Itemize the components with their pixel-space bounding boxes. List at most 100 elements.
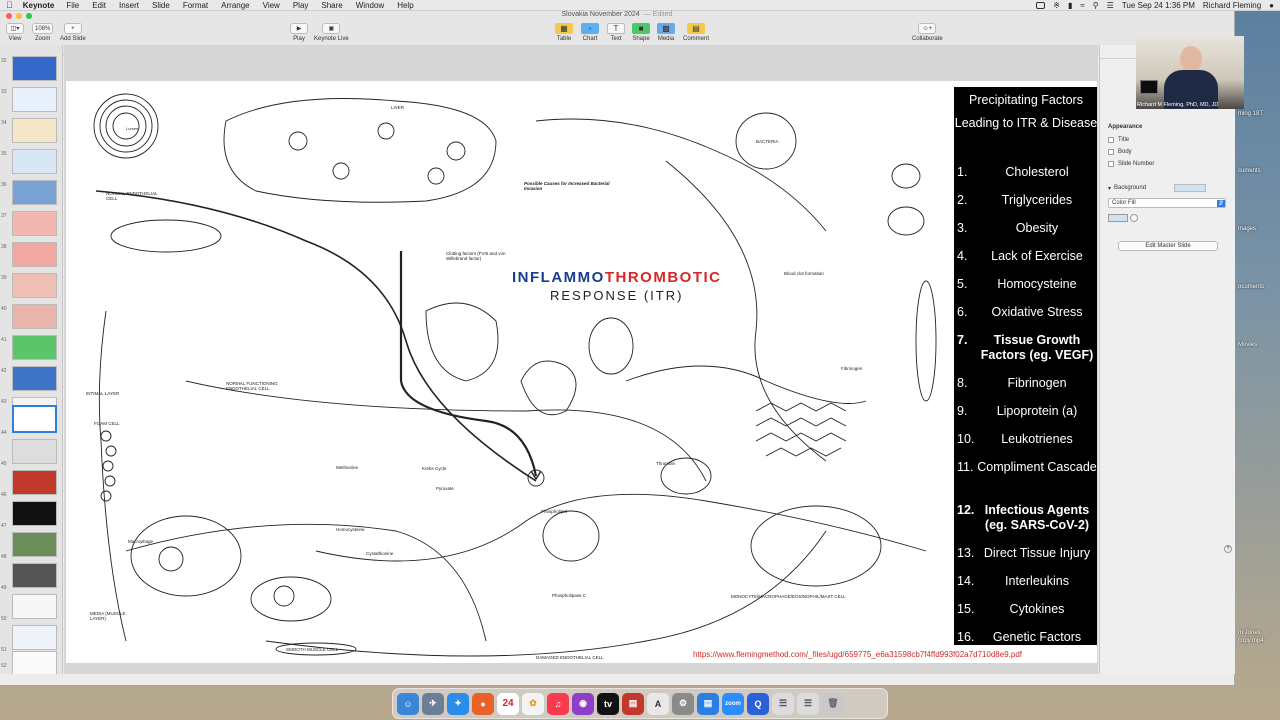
- fill-type-select[interactable]: Color Fill ⇵: [1108, 198, 1226, 208]
- desktop-file-label[interactable]: cuments: [1238, 168, 1261, 174]
- battery-icon[interactable]: ▮: [1068, 1, 1072, 10]
- slide-thumbnail[interactable]: [12, 273, 57, 298]
- chart-button[interactable]: ▫ Chart: [581, 23, 599, 42]
- menu-edit[interactable]: Edit: [92, 1, 106, 10]
- menu-share[interactable]: Share: [321, 1, 342, 10]
- factor-item: 1. Cholesterol: [954, 165, 1097, 180]
- slide-thumbnail[interactable]: [12, 56, 57, 81]
- menu-insert[interactable]: Insert: [119, 1, 139, 10]
- slide-thumbnail[interactable]: [12, 532, 57, 557]
- slide-thumbnail[interactable]: [12, 366, 57, 391]
- menubar-clock[interactable]: Tue Sep 24 1:36 PM: [1122, 1, 1195, 10]
- slide-thumbnail[interactable]: [12, 439, 57, 464]
- view-button[interactable]: ◫▾ View: [6, 23, 24, 42]
- menu-slide[interactable]: Slide: [152, 1, 170, 10]
- slide-thumbnail[interactable]: [12, 651, 57, 674]
- pdf-reference-link[interactable]: https://www.flemingmethod.com/_files/ugd…: [693, 650, 1022, 659]
- firefox-icon[interactable]: ●: [472, 692, 494, 715]
- menu-arrange[interactable]: Arrange: [221, 1, 249, 10]
- background-section[interactable]: ▾ Background: [1108, 184, 1207, 192]
- add-slide-button[interactable]: + Add Slide: [60, 23, 86, 42]
- close-window-icon[interactable]: [6, 13, 12, 19]
- slide-thumbnail-selected[interactable]: [12, 405, 57, 433]
- document-icon[interactable]: ☰: [797, 692, 819, 715]
- slide-thumbnail[interactable]: [12, 335, 57, 360]
- desktop-file-label[interactable]: Movies: [1238, 342, 1257, 348]
- control-center-icon[interactable]: ☰: [1107, 1, 1114, 10]
- search-icon[interactable]: ⚲: [1093, 1, 1099, 10]
- slide-thumbnail[interactable]: [12, 594, 57, 619]
- document-icon[interactable]: ☰: [772, 692, 794, 715]
- quicktime-icon[interactable]: Q: [747, 692, 769, 715]
- screen-record-icon[interactable]: [1036, 1, 1046, 9]
- desktop-file-label[interactable]: ocuments: [1238, 284, 1264, 290]
- title-checkbox-row[interactable]: Title: [1108, 137, 1129, 143]
- webcam-video-overlay[interactable]: Richard M Fleming, PhD, MD, JD: [1136, 36, 1244, 109]
- menu-window[interactable]: Window: [356, 1, 384, 10]
- desktop-file-label[interactable]: mages: [1238, 226, 1256, 232]
- desktop-file-label[interactable]: ming 18T: [1238, 111, 1263, 117]
- slide-thumbnail[interactable]: [12, 87, 57, 112]
- text-button[interactable]: T Text: [607, 23, 625, 42]
- title-checkbox[interactable]: [1108, 137, 1114, 143]
- apple-menu-icon[interactable]: : [6, 0, 13, 10]
- apple-tv-icon[interactable]: tv: [597, 692, 619, 715]
- system-settings-icon[interactable]: ⚙: [672, 692, 694, 715]
- slide-thumbnail[interactable]: [12, 211, 57, 236]
- menubar-user[interactable]: Richard Fleming: [1203, 1, 1261, 10]
- menu-view[interactable]: View: [263, 1, 280, 10]
- slide-thumbnail[interactable]: [12, 118, 57, 143]
- slide-thumbnail[interactable]: [12, 470, 57, 495]
- slide-thumbnail[interactable]: [12, 563, 57, 588]
- color-swatch[interactable]: [1108, 214, 1128, 222]
- app-icon[interactable]: ▤: [622, 692, 644, 715]
- slide-thumbnail[interactable]: [12, 501, 57, 526]
- body-checkbox-row[interactable]: Body: [1108, 149, 1132, 155]
- media-button[interactable]: ▩ Media: [657, 23, 675, 42]
- slide-thumbnail[interactable]: [12, 242, 57, 267]
- menu-help[interactable]: Help: [397, 1, 413, 10]
- app-icon[interactable]: A: [647, 692, 669, 715]
- minimize-window-icon[interactable]: [16, 13, 22, 19]
- music-icon[interactable]: ♫: [547, 692, 569, 715]
- app-menu[interactable]: Keynote: [23, 1, 55, 10]
- slide-number-checkbox[interactable]: [1108, 161, 1114, 167]
- zoom-app-icon[interactable]: zoom: [722, 692, 744, 715]
- calendar-icon[interactable]: 24: [497, 692, 519, 715]
- current-slide[interactable]: Lumen LIVER NORMAL ENDOTHELIAL CELL NORM…: [66, 81, 1097, 663]
- siri-icon[interactable]: ●: [1269, 1, 1274, 10]
- zoom-button[interactable]: 108% Zoom: [32, 23, 54, 42]
- trash-icon[interactable]: 🗑: [822, 692, 844, 715]
- menu-format[interactable]: Format: [183, 1, 208, 10]
- comment-button[interactable]: ▤ Comment: [683, 23, 709, 42]
- collaborate-button[interactable]: ☺+ Collaborate: [912, 23, 943, 42]
- photos-icon[interactable]: ✿: [522, 692, 544, 715]
- keynote-dock-icon[interactable]: ▤: [697, 692, 719, 715]
- slide-thumbnail[interactable]: [12, 304, 57, 329]
- desktop-file-label[interactable]: copy.mp4: [1238, 638, 1264, 644]
- safari-icon[interactable]: ✦: [447, 692, 469, 715]
- slide-thumbnail[interactable]: [12, 149, 57, 174]
- desktop-file-label[interactable]: m Jones: [1238, 630, 1261, 636]
- slide-thumbnail[interactable]: [12, 180, 57, 205]
- menu-play[interactable]: Play: [293, 1, 309, 10]
- slide-thumbnail[interactable]: [12, 625, 57, 650]
- background-color-swatch[interactable]: [1174, 184, 1207, 192]
- wifi-icon[interactable]: ≈: [1080, 1, 1084, 10]
- color-wheel-icon[interactable]: [1130, 214, 1138, 222]
- finder-icon[interactable]: ☺: [397, 692, 419, 715]
- menu-file[interactable]: File: [66, 1, 79, 10]
- play-button[interactable]: ▶ Play: [290, 23, 308, 42]
- shape-button[interactable]: ■ Shape: [632, 23, 650, 42]
- zoom-window-icon[interactable]: [26, 13, 32, 19]
- podcasts-icon[interactable]: ◉: [572, 692, 594, 715]
- body-checkbox[interactable]: [1108, 149, 1114, 155]
- table-button[interactable]: ▦ Table: [555, 23, 573, 42]
- edit-master-slide-button[interactable]: Edit Master Slide: [1118, 241, 1218, 251]
- launchpad-icon[interactable]: ✈: [422, 692, 444, 715]
- color-well[interactable]: [1108, 214, 1138, 222]
- bluetooth-icon[interactable]: ※: [1053, 1, 1060, 10]
- keynote-live-button[interactable]: ▣ Keynote Live: [314, 23, 349, 42]
- help-icon[interactable]: ?: [1224, 545, 1232, 553]
- slide-number-checkbox-row[interactable]: Slide Number: [1108, 161, 1154, 167]
